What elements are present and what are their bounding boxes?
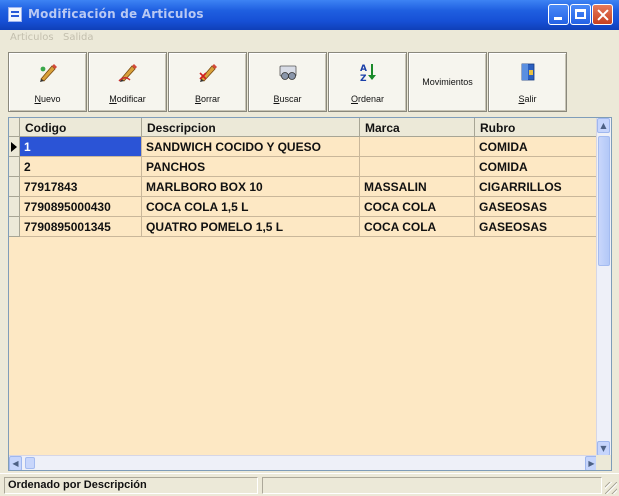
table-row[interactable]: 7790895001345 QUATRO POMELO 1,5 L COCA C…	[9, 217, 604, 237]
scroll-corner	[596, 455, 611, 470]
cell-rubro[interactable]: GASEOSAS	[475, 197, 604, 217]
sort-az-icon: A Z	[360, 64, 376, 83]
cell-codigo[interactable]: 7790895001345	[20, 217, 142, 237]
cell-rubro[interactable]: CIGARRILLOS	[475, 177, 604, 197]
scroll-up-arrow-icon[interactable]: ▲	[597, 118, 610, 133]
scroll-down-arrow-icon[interactable]: ▼	[597, 441, 610, 456]
main-window: Modificación de Articulos Articulos Sali…	[0, 0, 619, 496]
buscar-button[interactable]: Buscar	[248, 52, 327, 112]
cell-codigo[interactable]: 1	[20, 137, 142, 157]
scroll-left-arrow-icon[interactable]: ◀	[9, 456, 22, 470]
svg-text:A: A	[360, 64, 367, 74]
column-header-marca[interactable]: Marca	[360, 118, 475, 137]
cell-descripcion[interactable]: PANCHOS	[142, 157, 360, 177]
exit-door-icon	[521, 63, 535, 81]
menu-articulos[interactable]: Articulos	[10, 32, 54, 43]
cell-codigo[interactable]: 2	[20, 157, 142, 177]
resize-grip-icon[interactable]	[605, 482, 617, 494]
table-row[interactable]: 1 SANDWICH COCIDO Y QUESO COMIDA	[9, 137, 604, 157]
borrar-button[interactable]: Borrar	[168, 52, 247, 112]
close-button[interactable]	[592, 4, 613, 25]
table-row[interactable]: 77917843 MARLBORO BOX 10 MASSALIN CIGARR…	[9, 177, 604, 197]
cell-descripcion[interactable]: MARLBORO BOX 10	[142, 177, 360, 197]
column-header-rubro[interactable]: Rubro	[475, 118, 604, 137]
row-selector[interactable]	[9, 157, 20, 177]
horizontal-scrollbar[interactable]: ◀ ▶	[9, 455, 598, 470]
svg-text:Z: Z	[360, 74, 367, 83]
row-selector[interactable]	[9, 137, 20, 157]
table-row[interactable]: 2 PANCHOS COMIDA	[9, 157, 604, 177]
toolbar: Nuevo Modificar Borrar Buscar A Z Ordena…	[0, 47, 619, 115]
status-text: Ordenado por Descripción	[4, 477, 258, 494]
table-row[interactable]: 7790895000430 COCA COLA 1,5 L COCA COLA …	[9, 197, 604, 217]
cell-descripcion[interactable]: COCA COLA 1,5 L	[142, 197, 360, 217]
cell-descripcion[interactable]: QUATRO POMELO 1,5 L	[142, 217, 360, 237]
horizontal-scroll-thumb[interactable]	[25, 457, 35, 469]
grid-header: Codigo Descripcion Marca Rubro	[9, 118, 604, 138]
salir-button[interactable]: Salir	[488, 52, 567, 112]
status-panel	[262, 477, 602, 494]
cell-marca[interactable]	[360, 157, 475, 177]
modificar-button[interactable]: Modificar	[88, 52, 167, 112]
vertical-scrollbar[interactable]: ▲ ▼	[596, 118, 611, 456]
row-selector[interactable]	[9, 197, 20, 217]
pencil-icon	[199, 64, 217, 82]
header-corner	[9, 118, 20, 137]
window-title: Modificación de Articulos	[28, 7, 204, 21]
cell-rubro[interactable]: COMIDA	[475, 157, 604, 177]
cell-codigo[interactable]: 77917843	[20, 177, 142, 197]
pencil-icon	[40, 64, 57, 82]
cell-codigo[interactable]: 7790895000430	[20, 197, 142, 217]
maximize-button[interactable]	[570, 4, 591, 25]
column-header-descripcion[interactable]: Descripcion	[142, 118, 360, 137]
menu-bar: Articulos Salida	[0, 30, 619, 47]
pencil-icon	[118, 64, 137, 82]
app-icon	[8, 7, 22, 22]
cell-marca[interactable]: COCA COLA	[360, 217, 475, 237]
cell-rubro[interactable]: GASEOSAS	[475, 217, 604, 237]
vertical-scroll-thumb[interactable]	[598, 136, 610, 266]
binoculars-icon	[279, 65, 297, 80]
row-selector[interactable]	[9, 177, 20, 197]
nuevo-button[interactable]: Nuevo	[8, 52, 87, 112]
status-bar: Ordenado por Descripción	[0, 473, 619, 496]
cell-marca[interactable]: COCA COLA	[360, 197, 475, 217]
movimientos-button[interactable]: Movimientos	[408, 52, 487, 112]
minimize-button[interactable]	[548, 4, 569, 25]
cell-marca[interactable]: MASSALIN	[360, 177, 475, 197]
current-row-pointer-icon	[11, 142, 17, 152]
cell-rubro[interactable]: COMIDA	[475, 137, 604, 157]
cell-descripcion[interactable]: SANDWICH COCIDO Y QUESO	[142, 137, 360, 157]
menu-salida[interactable]: Salida	[63, 32, 94, 43]
cell-marca[interactable]	[360, 137, 475, 157]
title-bar[interactable]: Modificación de Articulos	[0, 0, 619, 30]
row-selector[interactable]	[9, 217, 20, 237]
column-header-codigo[interactable]: Codigo	[20, 118, 142, 137]
ordenar-button[interactable]: A Z Ordenar	[328, 52, 407, 112]
articles-grid[interactable]: Codigo Descripcion Marca Rubro 1 SANDWIC…	[8, 117, 612, 471]
